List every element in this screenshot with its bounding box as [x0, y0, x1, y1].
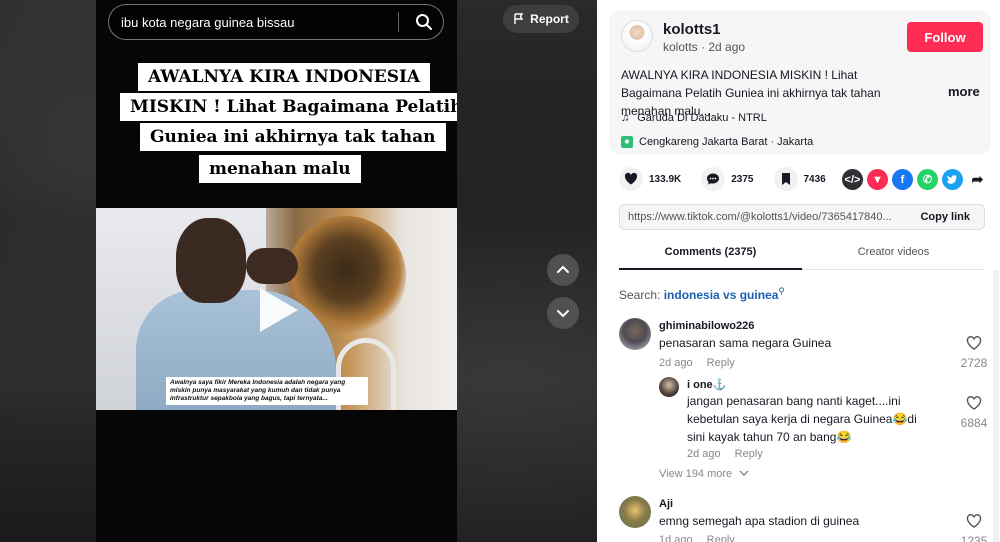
reply-button[interactable]: Reply — [707, 357, 735, 369]
avatar[interactable] — [621, 20, 653, 52]
comment-like-count: 6884 — [960, 416, 988, 430]
search-bar[interactable]: ibu kota negara guinea bissau — [108, 4, 444, 40]
video-subtitle: Awalnya saya fikir Mereka Indonesia adal… — [166, 377, 368, 405]
comment-search-suggestion[interactable]: Search: indonesia vs guinea⚲ — [619, 286, 785, 302]
avatar[interactable] — [619, 496, 651, 528]
view-more-replies[interactable]: View 194 more — [659, 468, 749, 480]
copy-link-button[interactable]: Copy link — [912, 211, 984, 223]
whatsapp-icon[interactable]: ✆ — [917, 169, 938, 190]
music-title: Garuda Di Dadaku - NTRL — [637, 112, 767, 124]
active-tab-indicator — [619, 268, 802, 270]
forward-icon[interactable]: ➦ — [967, 169, 988, 190]
username[interactable]: kolotts1 — [663, 21, 721, 38]
heart-outline-icon — [966, 514, 982, 528]
avatar[interactable] — [659, 377, 679, 397]
caption-line: MISKIN ! Lihat Bagaimana Pelatih — [120, 93, 457, 121]
user-handle: kolotts — [663, 40, 698, 54]
comment-like-button[interactable]: 1235 — [959, 514, 989, 542]
comment-like-count: 2728 — [960, 356, 988, 370]
next-video-button[interactable] — [547, 297, 579, 329]
flag-icon — [514, 13, 524, 24]
comment-author[interactable]: ghiminabilowo226 — [659, 320, 754, 332]
comment-meta: 2d ago Reply — [687, 448, 763, 460]
heart-icon — [619, 167, 643, 191]
chevron-down-icon — [739, 470, 749, 476]
comment-author[interactable]: Aji — [659, 498, 673, 510]
report-label: Report — [530, 12, 569, 26]
post-time: 2d ago — [708, 40, 746, 54]
comment-meta: 2d ago Reply — [659, 357, 735, 369]
reply-button[interactable]: Reply — [707, 534, 735, 542]
comment-icon — [701, 167, 726, 191]
comment-like-count: 1235 — [960, 534, 988, 542]
avatar[interactable] — [619, 318, 651, 350]
caption-line: AWALNYA KIRA INDONESIA — [138, 63, 431, 91]
follow-button[interactable]: Follow — [907, 22, 983, 52]
like-count: 133.9K — [649, 173, 682, 185]
search-icon: ⚲ — [778, 286, 785, 296]
location-text: Cengkareng Jakarta Barat · Jakarta — [639, 136, 814, 148]
facebook-icon[interactable]: f — [892, 169, 913, 190]
comment-time: 1d ago — [659, 534, 693, 542]
share-link-box: https://www.tiktok.com/@kolotts1/video/7… — [619, 204, 985, 230]
video-stage: AWALNYA KIRA INDONESIA MISKIN ! Lihat Ba… — [0, 0, 597, 542]
report-button[interactable]: Report — [503, 5, 579, 33]
share-row: </> ▼ f ✆ ➦ — [842, 169, 988, 190]
save-count: 7436 — [803, 173, 826, 185]
comment-text: emng semegah apa stadion di guinea — [659, 514, 860, 528]
play-icon[interactable] — [260, 288, 298, 332]
tab-comments[interactable]: Comments (2375) — [619, 246, 802, 258]
comment-like-button[interactable]: 2728 — [959, 336, 989, 370]
caption-line: menahan malu — [199, 155, 361, 183]
share-link-url[interactable]: https://www.tiktok.com/@kolotts1/video/7… — [620, 211, 912, 223]
search-query[interactable]: ibu kota negara guinea bissau — [121, 15, 398, 30]
user-subline: kolotts · 2d ago — [663, 40, 746, 54]
comment-text: jangan penasaran bang nanti kaget....ini… — [687, 394, 917, 444]
more-link[interactable]: more — [948, 84, 980, 99]
chevron-down-icon — [557, 310, 569, 318]
comment-time: 2d ago — [687, 448, 721, 460]
comment-time: 2d ago — [659, 357, 693, 369]
comments-scrollbar[interactable] — [993, 270, 999, 542]
comment-author[interactable]: i one⚓ — [687, 378, 726, 391]
comment-meta: 1d ago Reply — [659, 534, 735, 542]
caption-line: Guniea ini akhirnya tak tahan — [140, 123, 446, 151]
embed-icon[interactable]: </> — [842, 169, 863, 190]
like-button[interactable]: 133.9K — [619, 167, 681, 191]
comment-like-button[interactable]: 6884 — [959, 396, 989, 430]
video-player[interactable]: AWALNYA KIRA INDONESIA MISKIN ! Lihat Ba… — [96, 0, 457, 542]
music-row[interactable]: ♫ Garuda Di Dadaku - NTRL — [621, 112, 767, 124]
music-note-icon: ♫ — [621, 112, 630, 124]
bookmark-icon — [773, 167, 798, 191]
twitter-icon[interactable] — [942, 169, 963, 190]
comment-text: penasaran sama negara Guinea — [659, 336, 832, 350]
heart-outline-icon — [966, 336, 982, 350]
location-icon — [621, 136, 633, 148]
reply-button[interactable]: Reply — [735, 448, 763, 460]
save-button[interactable]: 7436 — [773, 167, 826, 191]
stats-row: 133.9K 2375 7436 — [619, 167, 846, 191]
tab-bar: Comments (2375) Creator videos — [619, 238, 985, 270]
search-keyword[interactable]: indonesia vs guinea — [664, 288, 779, 302]
tab-creator-videos[interactable]: Creator videos — [802, 246, 985, 258]
comment-button[interactable]: 2375 — [701, 167, 754, 191]
comment-count: 2375 — [731, 173, 754, 185]
location-row[interactable]: Cengkareng Jakarta Barat · Jakarta — [621, 136, 813, 148]
tiktok-share-icon[interactable]: ▼ — [867, 169, 888, 190]
chevron-up-icon — [557, 265, 569, 273]
heart-outline-icon — [966, 396, 982, 410]
previous-video-button[interactable] — [547, 254, 579, 286]
details-panel: kolotts1 kolotts · 2d ago Follow AWALNYA… — [597, 0, 1000, 542]
search-icon[interactable] — [409, 7, 439, 37]
post-info-card: kolotts1 kolotts · 2d ago Follow AWALNYA… — [609, 10, 991, 154]
